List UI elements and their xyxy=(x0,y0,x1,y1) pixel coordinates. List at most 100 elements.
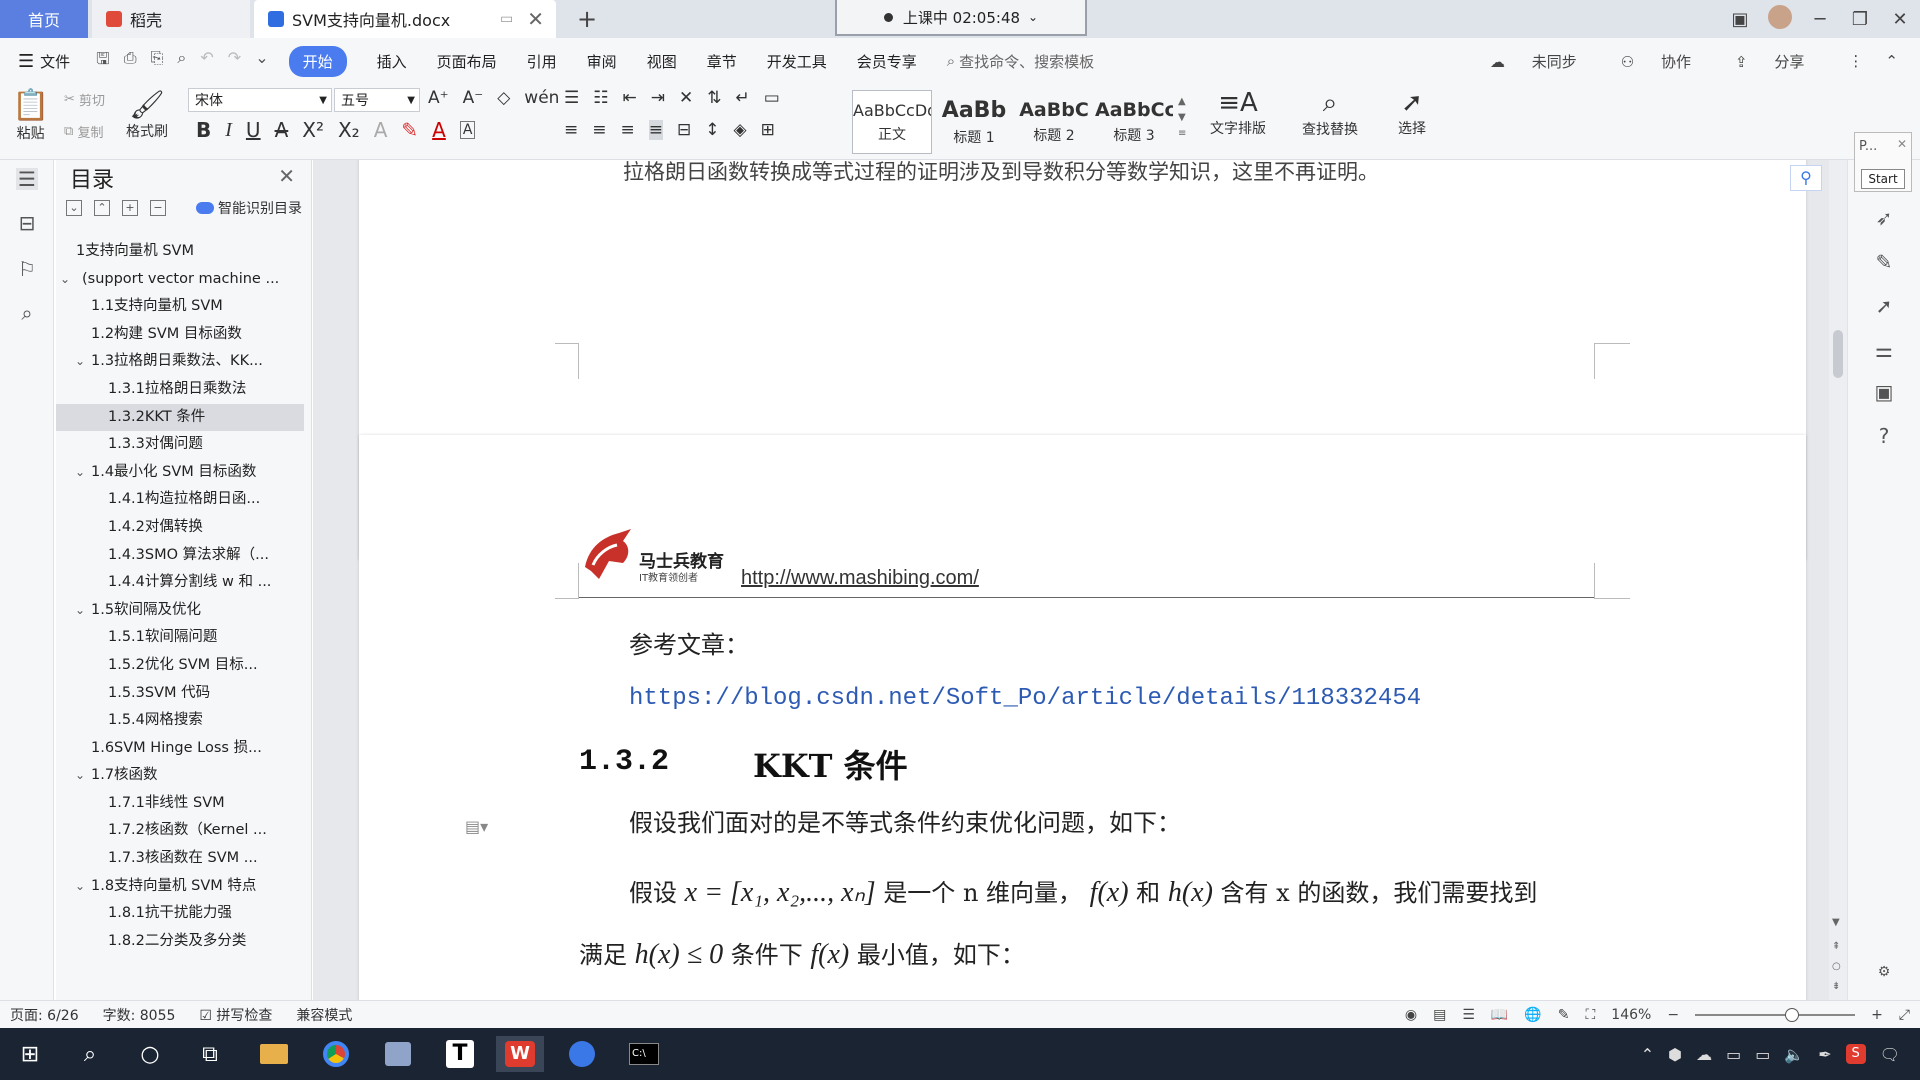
undo-icon[interactable]: ↶ xyxy=(200,48,213,75)
zoom-level[interactable]: 146% xyxy=(1611,1007,1651,1023)
style-gallery-scroll[interactable]: ▲ ▼ ≡ xyxy=(1178,94,1186,142)
zoom-slider-knob[interactable] xyxy=(1785,1008,1800,1022)
zoom-in-icon[interactable]: + xyxy=(1871,1007,1883,1023)
next-page-icon[interactable]: ⇟ xyxy=(1832,981,1840,992)
rocket-icon[interactable]: ➶ xyxy=(1872,206,1896,230)
paint-app-icon[interactable] xyxy=(374,1036,422,1072)
command-search[interactable]: ⌕ 查找命令、搜索模板 xyxy=(947,51,1094,72)
phonetic-icon[interactable]: wén xyxy=(524,88,559,108)
windows-start-icon[interactable]: ⊞ xyxy=(6,1036,54,1072)
close-icon[interactable]: ✕ xyxy=(278,164,295,188)
toc-item[interactable]: ⌄ 1.7核函数 xyxy=(56,762,312,790)
network-icon[interactable]: ▭ xyxy=(1755,1045,1770,1064)
toc-item[interactable]: 1.4.2对偶转换 xyxy=(56,514,312,542)
bold-icon[interactable]: B xyxy=(196,118,211,142)
zoom-out-icon[interactable]: − xyxy=(1667,1007,1679,1023)
browse-object-icon[interactable]: ○ xyxy=(1832,961,1841,972)
toc-item[interactable]: 1.4.4计算分割线 w 和 ... xyxy=(56,569,312,597)
find-replace-button[interactable]: ⌕ 查找替换 xyxy=(1302,88,1358,139)
font-color-icon[interactable]: A xyxy=(432,118,446,142)
header-url[interactable]: http://www.mashibing.com/ xyxy=(741,567,979,590)
style-heading2[interactable]: AaBbC 标题 2 xyxy=(1014,90,1094,154)
toc-item[interactable]: 1.4.1构造拉格朗日函... xyxy=(56,486,312,514)
help-icon[interactable]: ? xyxy=(1872,424,1896,448)
chinese-layout-icon[interactable]: ✕ xyxy=(679,88,693,108)
menu-member[interactable]: 会员专享 xyxy=(857,51,917,72)
justify-icon[interactable]: ≡ xyxy=(648,120,663,140)
toc-item[interactable]: 1.1支持向量机 SVM xyxy=(56,293,312,321)
onedrive-icon[interactable]: ☁ xyxy=(1696,1045,1712,1064)
avatar[interactable] xyxy=(1760,4,1800,34)
align-center-icon[interactable]: ≡ xyxy=(592,120,606,140)
vertical-scrollbar[interactable]: ▼ ⇞ ○ ⇟ xyxy=(1829,160,1847,1000)
select-button[interactable]: ➚ 选择 xyxy=(1398,88,1426,138)
distribute-icon[interactable]: ⊟ xyxy=(677,120,691,140)
add-level-icon[interactable]: + xyxy=(122,200,138,216)
outline-view-icon[interactable]: ☰ xyxy=(1462,1007,1475,1023)
zoom-slider[interactable] xyxy=(1695,1008,1856,1022)
tab-daoke[interactable]: 稻壳 xyxy=(92,0,250,38)
cut-button[interactable]: ✂ 剪切 xyxy=(64,90,105,109)
collapse-ribbon-icon[interactable]: ⌃ xyxy=(1885,52,1898,70)
toc-item[interactable]: 1.7.2核函数（Kernel ... xyxy=(56,817,312,845)
chevron-down-icon[interactable]: ⌄ xyxy=(60,266,70,294)
print-icon[interactable]: ⎘ xyxy=(151,48,164,75)
numbered-list-icon[interactable]: ☷ xyxy=(593,88,608,108)
menu-file[interactable]: ☰ 文件 xyxy=(18,51,70,72)
toc-item[interactable]: ⌄ 1.5软间隔及优化 xyxy=(56,597,312,625)
print-preview-icon[interactable]: ⌕ xyxy=(177,48,186,75)
toc-item[interactable]: 1.3.3对偶问题 xyxy=(56,431,312,459)
toc-item[interactable]: 1.3.1拉格朗日乘数法 xyxy=(56,376,312,404)
redo-icon[interactable]: ↷ xyxy=(228,48,241,75)
menu-review[interactable]: 审阅 xyxy=(587,51,617,72)
adjust-icon[interactable]: ⚌ xyxy=(1872,338,1896,362)
style-heading3[interactable]: AaBbCc 标题 3 xyxy=(1094,90,1174,154)
battery-icon[interactable]: ▭ xyxy=(1726,1045,1741,1064)
pen-input-icon[interactable]: ✒ xyxy=(1818,1045,1831,1064)
toc-item[interactable]: 1.7.1非线性 SVM xyxy=(56,790,312,818)
collab-button[interactable]: ⚇ 协作 xyxy=(1621,51,1713,72)
search-icon[interactable]: ⌕ xyxy=(16,302,38,324)
page-view-icon[interactable]: ▤ xyxy=(1433,1007,1446,1023)
text-effect-icon[interactable]: A xyxy=(374,118,388,142)
tab-ruler-icon[interactable]: ▭ xyxy=(764,88,780,108)
new-tab-button[interactable]: + xyxy=(572,0,602,38)
toc-item[interactable]: 1.5.1软间隔问题 xyxy=(56,624,312,652)
toc-item[interactable]: 1.4.3SMO 算法求解（... xyxy=(56,542,312,570)
line-spacing-icon[interactable]: ↕ xyxy=(705,120,719,140)
file-explorer-icon[interactable] xyxy=(250,1036,298,1072)
taskbar-search-icon[interactable]: ⌕ xyxy=(66,1036,114,1072)
more-icon[interactable]: ⋮ xyxy=(1848,52,1863,70)
style-heading1[interactable]: AaBb 标题 1 xyxy=(934,90,1014,154)
borders-icon[interactable]: ⊞ xyxy=(761,120,775,140)
page-count[interactable]: 页面: 6/26 xyxy=(10,1005,79,1025)
tab-close-icon[interactable]: ✕ xyxy=(527,7,544,31)
export-pdf-icon[interactable]: ⎙ xyxy=(124,48,137,75)
highlight-icon[interactable]: ✎ xyxy=(401,118,418,142)
shrink-font-icon[interactable]: A⁻ xyxy=(463,88,484,108)
sync-button[interactable]: ☁ 未同步 xyxy=(1490,51,1599,72)
toc-item[interactable]: ⌄ 1.3拉格朗日乘数法、KK... xyxy=(56,348,312,376)
tab-document[interactable]: SVM支持向量机.docx ▭ ✕ xyxy=(254,0,556,38)
font-name-select[interactable]: 宋体 ▼ xyxy=(188,88,332,112)
spell-check[interactable]: ☑ 拼写检查 xyxy=(199,1005,272,1025)
toc-item[interactable]: 1.7.3核函数在 SVM ... xyxy=(56,845,312,873)
pointer-icon[interactable]: ➚ xyxy=(1872,294,1896,318)
remove-level-icon[interactable]: − xyxy=(150,200,166,216)
location-pin-icon[interactable]: ⚲ xyxy=(1790,165,1822,191)
chevron-down-icon[interactable]: ⌄ xyxy=(75,762,85,790)
minimize-icon[interactable]: ─ xyxy=(1800,9,1840,30)
strikethrough-icon[interactable]: A xyxy=(275,118,289,142)
bookmark-icon[interactable]: ⚐ xyxy=(16,258,38,280)
pen-icon[interactable]: ✎ xyxy=(1872,250,1896,274)
font-size-select[interactable]: 五号 ▼ xyxy=(334,88,420,112)
toc-item[interactable]: ⌄ 1.8支持向量机 SVM 特点 xyxy=(56,873,312,901)
copy-button[interactable]: ⧉ 复制 xyxy=(64,122,103,141)
toc-item[interactable]: 1.8.1抗干扰能力强 xyxy=(56,900,312,928)
toc-item[interactable]: 1.5.2优化 SVM 目标... xyxy=(56,652,312,680)
ime-icon[interactable]: S xyxy=(1845,1044,1866,1064)
share-button[interactable]: ⇪ 分享 xyxy=(1735,51,1826,72)
layout-icon[interactable]: ▣ xyxy=(1720,9,1760,30)
toc-item[interactable]: ⌄ (support vector machine ... xyxy=(56,266,312,294)
menu-view[interactable]: 视图 xyxy=(647,51,677,72)
